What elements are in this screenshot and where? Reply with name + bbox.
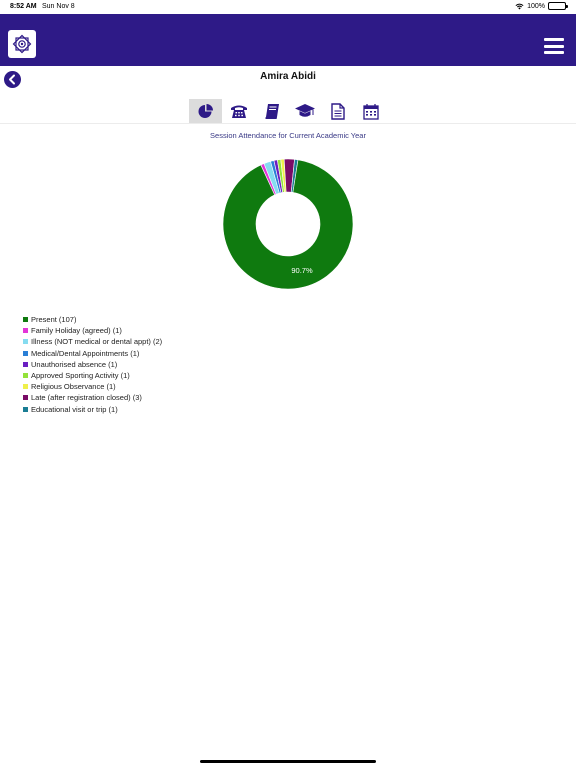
battery-icon bbox=[548, 2, 568, 10]
telephone-icon bbox=[230, 105, 247, 118]
page-title: Amira Abidi bbox=[260, 71, 316, 82]
tab-divider bbox=[0, 123, 576, 124]
legend-swatch bbox=[23, 395, 28, 401]
tab-subjects[interactable] bbox=[255, 99, 288, 123]
legend-item[interactable]: Approved Sporting Activity (1) bbox=[23, 370, 162, 381]
legend-swatch bbox=[23, 350, 28, 356]
legend-item[interactable]: Medical/Dental Appointments (1) bbox=[23, 348, 162, 359]
home-indicator bbox=[200, 760, 376, 763]
legend-item[interactable]: Unauthorised absence (1) bbox=[23, 359, 162, 370]
legend-label: Medical/Dental Appointments (1) bbox=[31, 348, 140, 358]
app-header bbox=[0, 14, 576, 66]
legend-item[interactable]: Late (after registration closed) (3) bbox=[23, 392, 162, 403]
tab-assessments[interactable] bbox=[288, 99, 321, 123]
book-icon bbox=[264, 103, 279, 119]
legend-item[interactable]: Educational visit or trip (1) bbox=[23, 404, 162, 415]
tab-attendance[interactable] bbox=[189, 99, 222, 123]
legend-label: Educational visit or trip (1) bbox=[31, 404, 118, 414]
legend-label: Family Holiday (agreed) (1) bbox=[31, 326, 122, 336]
legend-item[interactable]: Religious Observance (1) bbox=[23, 381, 162, 392]
legend-label: Late (after registration closed) (3) bbox=[31, 393, 142, 403]
legend-item[interactable]: Family Holiday (agreed) (1) bbox=[23, 325, 162, 336]
legend-swatch bbox=[23, 361, 28, 367]
status-indicators: 100% bbox=[515, 2, 568, 10]
legend-label: Unauthorised absence (1) bbox=[31, 359, 118, 369]
legend-label: Religious Observance (1) bbox=[31, 382, 116, 392]
legend-swatch bbox=[23, 339, 28, 345]
pie-chart-icon bbox=[198, 103, 213, 118]
legend-label: Illness (NOT medical or dental appt) (2) bbox=[31, 337, 163, 347]
school-crest-icon[interactable] bbox=[8, 30, 36, 58]
calendar-icon bbox=[362, 103, 379, 120]
legend-label: Present (107) bbox=[31, 315, 77, 325]
chart-title: Session Attendance for Current Academic … bbox=[210, 131, 366, 140]
hamburger-menu-icon[interactable] bbox=[544, 38, 564, 54]
legend-swatch bbox=[23, 328, 28, 334]
tab-contacts[interactable] bbox=[222, 99, 255, 123]
legend-swatch bbox=[23, 317, 28, 323]
legend-label: Approved Sporting Activity (1) bbox=[31, 371, 130, 381]
attendance-donut-chart: 90.7% bbox=[222, 158, 354, 290]
battery-percentage: 100% bbox=[527, 2, 545, 10]
legend-swatch bbox=[23, 406, 28, 412]
legend-item[interactable]: Illness (NOT medical or dental appt) (2) bbox=[23, 336, 162, 347]
tab-bar bbox=[189, 99, 387, 123]
slice-percentage-label: 90.7% bbox=[291, 266, 313, 275]
status-time: 8:52 AM bbox=[10, 3, 37, 10]
document-icon bbox=[330, 102, 345, 120]
wifi-icon bbox=[515, 3, 524, 10]
status-date: Sun Nov 8 bbox=[42, 3, 75, 10]
legend-swatch bbox=[23, 373, 28, 379]
legend-item[interactable]: Present (107) bbox=[23, 314, 162, 325]
tab-reports[interactable] bbox=[321, 99, 354, 123]
status-bar: 8:52 AM Sun Nov 8 100% bbox=[0, 0, 576, 14]
graduation-cap-icon bbox=[294, 104, 315, 117]
legend-swatch bbox=[23, 384, 28, 390]
tab-timetable[interactable] bbox=[354, 99, 387, 123]
chart-legend: Present (107) Family Holiday (agreed) (1)… bbox=[23, 314, 162, 415]
